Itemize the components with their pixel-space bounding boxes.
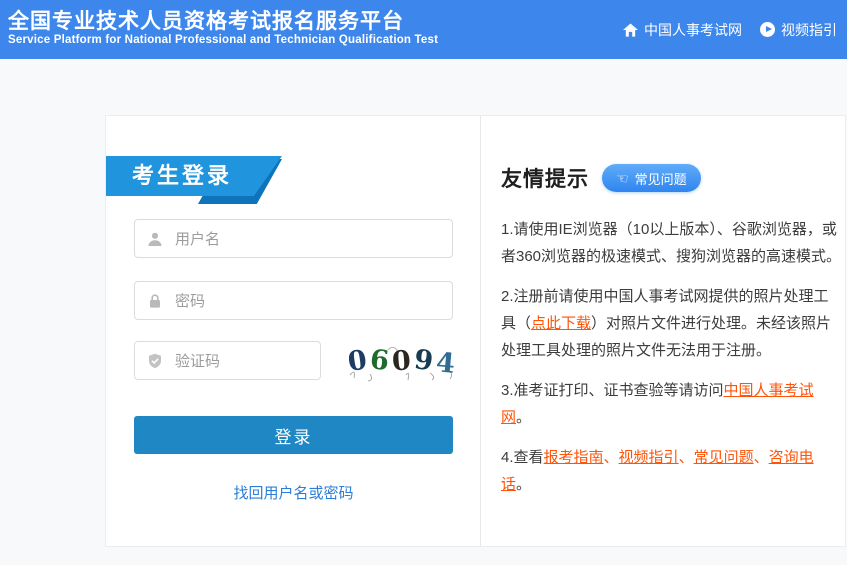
header-nav: 中国人事考试网 视频指引 xyxy=(623,0,837,59)
tip-text: 。 xyxy=(516,476,531,493)
captcha-digit: 6 xyxy=(369,344,391,377)
tips-header: 友情提示 ☜ 常见问题 xyxy=(501,163,701,193)
nav-cpta-label: 中国人事考试网 xyxy=(644,20,742,40)
nav-video-label: 视频指引 xyxy=(781,20,837,40)
forgot-credentials-link[interactable]: 找回用户名或密码 xyxy=(106,482,481,503)
play-icon xyxy=(760,22,775,37)
faq-link[interactable]: 常见问题 xyxy=(694,449,754,466)
captcha-image[interactable]: 0 6 0 9 4 xyxy=(344,340,462,382)
pointing-hand-icon: ☜ xyxy=(615,170,630,186)
tip-separator: 、 xyxy=(679,449,694,466)
page-subtitle: Service Platform for National Profession… xyxy=(8,34,438,46)
header: 全国专业技术人员资格考试报名服务平台 Service Platform for … xyxy=(0,0,847,59)
login-banner: 考生登录 xyxy=(106,156,387,206)
tip-item-4: 4.查看报考指南、视频指引、常见问题、咨询电话。 xyxy=(501,444,843,498)
tip-text: 1.请使用IE浏览器（10以上版本）、谷歌浏览器，或者360浏览器的极速模式、搜… xyxy=(501,221,841,265)
captcha-field-wrap xyxy=(134,341,321,380)
nav-link-video[interactable]: 视频指引 xyxy=(760,20,837,40)
captcha-digit: 0 xyxy=(346,345,369,378)
login-button[interactable]: 登录 xyxy=(134,416,453,454)
username-field-wrap xyxy=(134,219,453,258)
banner-title: 考生登录 xyxy=(106,156,282,196)
tip-item-1: 1.请使用IE浏览器（10以上版本）、谷歌浏览器，或者360浏览器的极速模式、搜… xyxy=(501,216,843,270)
captcha-input[interactable] xyxy=(173,342,318,381)
tip-text: 4.查看 xyxy=(501,449,544,466)
page-title: 全国专业技术人员资格考试报名服务平台 xyxy=(8,5,404,35)
tip-separator: 、 xyxy=(754,449,769,466)
tip-text: 。 xyxy=(516,409,531,426)
tip-item-3: 3.准考证打印、证书查验等请访问中国人事考试网。 xyxy=(501,377,843,431)
username-input[interactable] xyxy=(173,220,450,259)
user-icon xyxy=(147,231,163,247)
lock-icon xyxy=(147,293,163,309)
tips-list: 1.请使用IE浏览器（10以上版本）、谷歌浏览器，或者360浏览器的极速模式、搜… xyxy=(501,216,843,511)
exam-guide-link[interactable]: 报考指南 xyxy=(544,449,604,466)
login-panel: 考生登录 xyxy=(106,116,481,546)
tip-item-2: 2.注册前请使用中国人事考试网提供的照片处理工具（点此下载）对照片文件进行处理。… xyxy=(501,283,843,364)
faq-button-label: 常见问题 xyxy=(635,169,687,188)
password-input[interactable] xyxy=(173,282,450,321)
page: 全国专业技术人员资格考试报名服务平台 Service Platform for … xyxy=(0,0,847,565)
tips-panel: 友情提示 ☜ 常见问题 1.请使用IE浏览器（10以上版本）、谷歌浏览器，或者3… xyxy=(481,116,846,546)
video-guide-link[interactable]: 视频指引 xyxy=(619,449,679,466)
captcha-digit: 9 xyxy=(412,344,434,377)
faq-button[interactable]: ☜ 常见问题 xyxy=(602,164,701,192)
captcha-digit: 0 xyxy=(391,345,412,377)
tip-separator: 、 xyxy=(604,449,619,466)
download-tool-link[interactable]: 点此下载 xyxy=(531,315,591,332)
password-field-wrap xyxy=(134,281,453,320)
captcha-digit: 4 xyxy=(435,347,456,380)
home-icon xyxy=(623,23,638,37)
tip-text: 3.准考证打印、证书查验等请访问 xyxy=(501,382,724,399)
tips-title: 友情提示 xyxy=(501,163,589,193)
shield-check-icon xyxy=(147,353,163,369)
nav-link-cpta[interactable]: 中国人事考试网 xyxy=(623,20,742,40)
main-card: 考生登录 xyxy=(105,115,846,547)
